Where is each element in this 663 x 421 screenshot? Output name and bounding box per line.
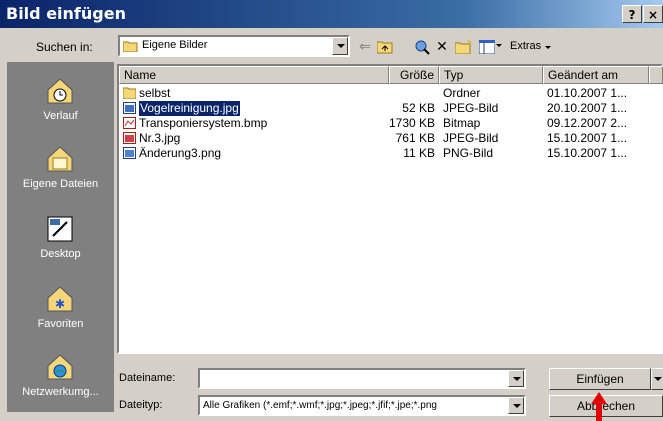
bitmap-icon xyxy=(123,117,136,129)
image-icon xyxy=(123,132,136,144)
place-label: Desktop xyxy=(40,248,81,260)
file-modified: 09.12.2007 2... xyxy=(547,116,628,130)
place-label: Netzwerkumg... xyxy=(22,386,99,398)
column-header-size[interactable]: Größe xyxy=(389,66,439,84)
file-name: Transponiersystem.bmp xyxy=(139,116,268,130)
filetype-combo[interactable]: Alle Grafiken (*.emf;*.wmf;*.jpg;*.jpeg;… xyxy=(198,395,526,416)
file-row[interactable]: Änderung3.png 11 KB PNG-Bild 15.10.2007 … xyxy=(119,146,659,161)
chevron-down-icon xyxy=(654,377,662,381)
file-size: 11 KB xyxy=(403,146,435,160)
place-my-documents[interactable]: Eigene Dateien xyxy=(7,142,114,202)
file-name: selbst xyxy=(139,86,171,100)
column-header-name[interactable]: Name xyxy=(119,66,389,84)
file-row[interactable]: selbst Ordner 01.10.2007 1... xyxy=(119,86,659,101)
file-type: JPEG-Bild xyxy=(443,101,499,115)
file-name: Vogelreinigung.jpg xyxy=(139,101,240,116)
delete-icon[interactable]: ✕ xyxy=(432,38,452,56)
folder-icon xyxy=(123,41,138,52)
dialog-title: Bild einfügen xyxy=(6,4,126,23)
folder-icon xyxy=(123,87,136,99)
file-row[interactable]: Vogelreinigung.jpg 52 KB JPEG-Bild 20.10… xyxy=(119,101,659,116)
place-desktop[interactable]: Desktop xyxy=(7,212,114,272)
filename-label: Dateiname: xyxy=(119,372,176,384)
file-row[interactable]: Nr.3.jpg 761 KB JPEG-Bild 15.10.2007 1..… xyxy=(119,131,659,146)
file-modified: 01.10.2007 1... xyxy=(547,86,628,100)
file-type: Bitmap xyxy=(443,116,481,130)
file-size: 761 KB xyxy=(395,131,435,145)
insert-options-button[interactable] xyxy=(651,368,663,390)
places-bar: Verlauf Eigene Dateien Desktop ✱ Favorit… xyxy=(7,62,114,412)
file-size: 52 KB xyxy=(402,101,435,115)
network-icon xyxy=(47,354,73,380)
place-label: Verlauf xyxy=(43,110,78,122)
file-name: Änderung3.png xyxy=(139,146,222,160)
file-modified: 15.10.2007 1... xyxy=(547,146,628,160)
place-label: Favoriten xyxy=(37,318,84,330)
file-row[interactable]: Transponiersystem.bmp 1730 KB Bitmap 09.… xyxy=(119,116,659,131)
file-list[interactable]: Name Größe Typ Geändert am selbst Ordner… xyxy=(117,64,663,354)
views-icon[interactable] xyxy=(477,38,497,56)
file-modified: 15.10.2007 1... xyxy=(547,131,628,145)
column-header-filler xyxy=(649,66,663,84)
back-icon[interactable]: ⇐ xyxy=(355,38,375,56)
place-favorites[interactable]: ✱ Favoriten xyxy=(7,282,114,342)
desktop-icon xyxy=(47,216,73,242)
place-label: Eigene Dateien xyxy=(22,178,99,190)
svg-text:✱: ✱ xyxy=(55,297,65,311)
filename-combo[interactable] xyxy=(198,368,526,389)
history-icon xyxy=(47,78,73,104)
search-web-icon[interactable] xyxy=(412,38,432,56)
up-folder-icon[interactable] xyxy=(375,38,395,56)
search-in-label: Suchen in: xyxy=(36,40,93,54)
pointer-arrow-icon xyxy=(591,392,607,421)
close-button[interactable]: × xyxy=(643,5,663,23)
column-header-modified[interactable]: Geändert am xyxy=(543,66,649,84)
insert-button[interactable]: Einfügen xyxy=(549,368,651,390)
place-history[interactable]: Verlauf xyxy=(7,74,114,134)
filetype-value: Alle Grafiken (*.emf;*.wmf;*.jpg;*.jpeg;… xyxy=(203,400,437,411)
file-size: 1730 KB xyxy=(389,116,436,130)
column-header-type[interactable]: Typ xyxy=(439,66,543,84)
filetype-dropdown-button[interactable] xyxy=(508,397,524,414)
file-modified: 20.10.2007 1... xyxy=(547,101,628,115)
location-text: Eigene Bilder xyxy=(142,39,208,51)
favorites-icon: ✱ xyxy=(47,286,73,312)
image-icon xyxy=(123,147,136,159)
new-folder-icon[interactable] xyxy=(454,38,474,56)
place-network[interactable]: Netzwerkumg... xyxy=(7,350,114,410)
file-type: PNG-Bild xyxy=(443,146,494,160)
file-type: Ordner xyxy=(443,86,481,100)
file-type: JPEG-Bild xyxy=(443,131,499,145)
filetype-label: Dateityp: xyxy=(119,399,163,411)
extras-menu[interactable]: Extras xyxy=(510,40,541,52)
location-dropdown-button[interactable] xyxy=(332,37,348,55)
filename-dropdown-button[interactable] xyxy=(508,370,524,387)
extras-dropdown-icon xyxy=(545,46,551,49)
image-icon xyxy=(123,102,136,114)
file-name: Nr.3.jpg xyxy=(139,131,181,145)
insert-picture-dialog: Bild einfügen ? × Suchen in: Eigene Bild… xyxy=(0,0,663,421)
my-documents-icon xyxy=(47,146,73,172)
help-button[interactable]: ? xyxy=(622,5,642,23)
location-combo[interactable]: Eigene Bilder xyxy=(118,35,350,57)
title-bar[interactable]: Bild einfügen ? × xyxy=(0,0,663,28)
views-dropdown-icon[interactable] xyxy=(496,44,502,47)
